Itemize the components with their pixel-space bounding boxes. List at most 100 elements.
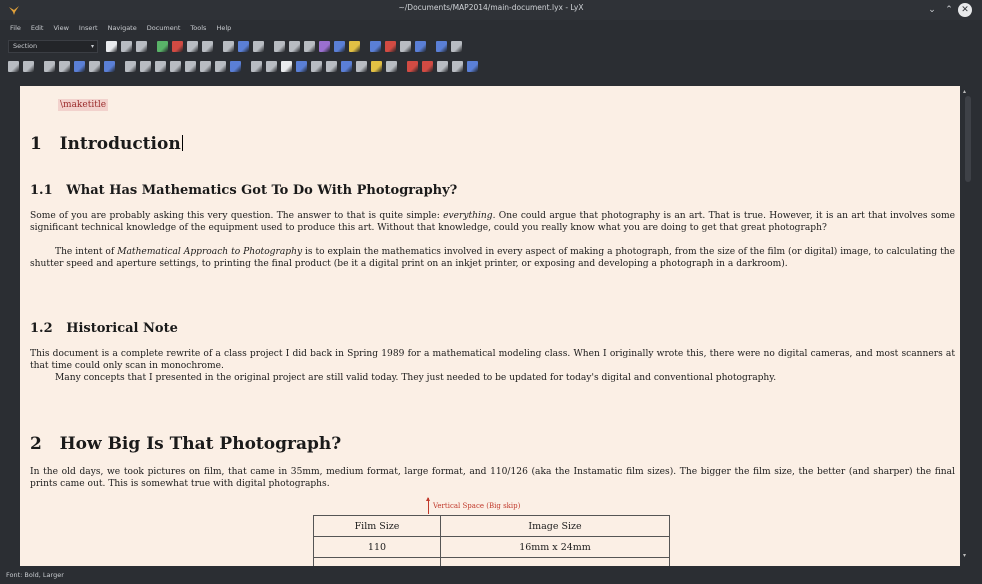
dvi-icon[interactable] — [451, 40, 462, 52]
enum-icon[interactable] — [59, 60, 70, 72]
table-cell[interactable] — [313, 557, 441, 566]
menu-view[interactable]: View — [53, 24, 68, 32]
section-title: Introduction — [59, 134, 181, 154]
indent-less-icon[interactable] — [89, 60, 100, 72]
pdf-icon[interactable] — [436, 40, 447, 52]
footnote-icon[interactable] — [185, 60, 196, 72]
open-icon[interactable] — [121, 40, 132, 52]
document-editor[interactable]: \maketitle 1 Introduction 1.1 What Has M… — [20, 86, 960, 566]
preview-icon[interactable] — [415, 40, 426, 52]
new-document-icon[interactable] — [106, 40, 117, 52]
save-icon[interactable] — [136, 40, 147, 52]
table-header-cell[interactable]: Image Size — [440, 515, 670, 537]
itemize-icon[interactable] — [125, 60, 136, 72]
spellcheck-icon[interactable] — [157, 40, 168, 52]
clip-icon[interactable] — [422, 60, 433, 72]
redo-icon[interactable] — [202, 40, 213, 52]
track-changes-icon[interactable] — [172, 40, 183, 52]
citation-icon[interactable] — [281, 60, 292, 72]
paragraph-intro-1[interactable]: Some of you are probably asking this ver… — [30, 210, 955, 234]
back-icon[interactable] — [304, 40, 315, 52]
text-style-icon[interactable] — [334, 40, 345, 52]
section-heading-photograph-size[interactable]: 2 How Big Is That Photograph? — [30, 434, 341, 454]
vertical-space-arrow-icon — [426, 497, 430, 514]
paragraph-layout-select[interactable]: Section ▾ — [8, 39, 98, 53]
p2-text: The intent of — [55, 247, 118, 257]
url-icon[interactable] — [311, 60, 322, 72]
cut-icon[interactable] — [223, 40, 234, 52]
description-icon[interactable] — [74, 60, 85, 72]
search-icon[interactable] — [289, 40, 300, 52]
grid-icon[interactable] — [400, 40, 411, 52]
maketitle-inset[interactable]: \maketitle — [58, 99, 109, 111]
label-icon[interactable] — [251, 60, 262, 72]
undo-icon[interactable] — [187, 40, 198, 52]
quote-icon[interactable] — [8, 60, 19, 72]
menu-tools[interactable]: Tools — [190, 24, 206, 32]
math-icon[interactable] — [319, 40, 330, 52]
graphics-icon[interactable] — [371, 60, 382, 72]
film-size-table[interactable]: Film Size Image Size 110 16mm x 24mm — [313, 515, 670, 566]
scroll-up-icon[interactable]: ▴ — [963, 88, 966, 95]
text-cursor — [181, 135, 183, 151]
subsection-number: 1.1 — [30, 183, 53, 198]
left-gutter — [0, 86, 20, 566]
paragraph-photograph-size[interactable]: In the old days, we took pictures on fil… — [30, 466, 955, 490]
table-float-icon[interactable] — [170, 60, 181, 72]
subsection-heading-historical[interactable]: 1.2 Historical Note — [30, 321, 178, 336]
compare-icon[interactable] — [452, 60, 463, 72]
image-icon[interactable] — [356, 60, 367, 72]
paragraph-intro-2[interactable]: The intent of Mathematical Approach to P… — [30, 246, 955, 270]
paste-icon[interactable] — [253, 40, 264, 52]
bookmark-icon[interactable] — [349, 40, 360, 52]
layout-select-value: Section — [13, 42, 38, 50]
section-heading-introduction[interactable]: 1 Introduction — [30, 134, 183, 154]
table-row — [313, 557, 670, 566]
refresh-icon[interactable] — [23, 60, 34, 72]
menu-insert[interactable]: Insert — [79, 24, 98, 32]
section-number: 1 — [30, 134, 42, 154]
bug-icon[interactable] — [407, 60, 418, 72]
menu-document[interactable]: Document — [147, 24, 181, 32]
paragraph-history-2[interactable]: Many concepts that I presented in the or… — [30, 372, 955, 384]
table-cell[interactable]: 110 — [313, 536, 441, 558]
paragraph-history-1[interactable]: This document is a complete rewrite of a… — [30, 348, 955, 372]
p2-emphasis: Mathematical Approach to Photography — [117, 247, 303, 257]
list-icon[interactable] — [44, 60, 55, 72]
menu-bar: File Edit View Insert Navigate Document … — [0, 20, 982, 36]
minimize-button[interactable]: ⌄ — [925, 3, 939, 17]
menu-help[interactable]: Help — [216, 24, 231, 32]
pdf-view-icon[interactable] — [467, 60, 478, 72]
copy-icon[interactable] — [238, 40, 249, 52]
sum-icon[interactable] — [370, 40, 381, 52]
subsection-heading-mathematics[interactable]: 1.1 What Has Mathematics Got To Do With … — [30, 183, 457, 198]
table-cell[interactable]: 16mm x 24mm — [440, 536, 670, 558]
paragraph-icon[interactable] — [140, 60, 151, 72]
branch-icon[interactable] — [215, 60, 226, 72]
index-icon[interactable] — [296, 60, 307, 72]
table-icon[interactable] — [385, 40, 396, 52]
box-icon[interactable] — [230, 60, 241, 72]
scrollbar-thumb[interactable] — [965, 96, 971, 182]
section-title: How Big Is That Photograph? — [59, 434, 342, 454]
view-icon[interactable] — [437, 60, 448, 72]
table-cell[interactable] — [440, 557, 670, 566]
table-header-row: Film Size Image Size — [313, 515, 670, 537]
table-header-cell[interactable]: Film Size — [313, 515, 441, 537]
vertical-space-inset[interactable]: Vertical Space (Big skip) — [433, 502, 520, 510]
hyperlink-icon[interactable] — [326, 60, 337, 72]
note-icon[interactable] — [341, 60, 352, 72]
figure-icon[interactable] — [155, 60, 166, 72]
reference-icon[interactable] — [266, 60, 277, 72]
pencil-icon[interactable] — [386, 60, 397, 72]
menu-edit[interactable]: Edit — [31, 24, 44, 32]
maximize-button[interactable]: ⌃ — [942, 3, 956, 17]
menu-navigate[interactable]: Navigate — [108, 24, 137, 32]
menu-file[interactable]: File — [10, 24, 21, 32]
find-icon[interactable] — [274, 40, 285, 52]
scroll-down-icon[interactable]: ▾ — [963, 552, 966, 559]
close-button[interactable]: ✕ — [958, 3, 972, 17]
indent-more-icon[interactable] — [104, 60, 115, 72]
marginnote-icon[interactable] — [200, 60, 211, 72]
main-toolbar: Section ▾ — [0, 37, 982, 55]
